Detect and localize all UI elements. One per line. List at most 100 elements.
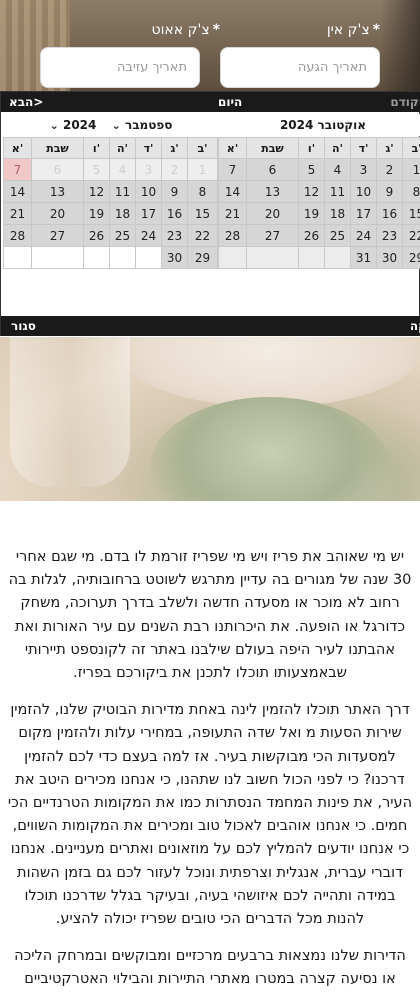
day-cell[interactable]: 22 bbox=[402, 224, 420, 247]
day-cell[interactable]: 20 bbox=[31, 202, 84, 225]
day-cell[interactable]: 15 bbox=[187, 202, 218, 225]
day-cell[interactable]: 21 bbox=[218, 202, 247, 225]
day-cell[interactable]: 7 bbox=[3, 158, 32, 181]
day-cell[interactable]: 2 bbox=[161, 158, 188, 181]
day-cell[interactable]: 9 bbox=[376, 180, 403, 203]
day-cell[interactable]: 1 bbox=[187, 158, 218, 181]
checkout-date-input[interactable]: תאריך עזיבה bbox=[40, 47, 200, 88]
day-cell[interactable]: 27 bbox=[246, 224, 299, 247]
checkout-label: צ'ק אאוט * bbox=[152, 22, 220, 38]
close-button[interactable]: סגור bbox=[11, 316, 36, 336]
empty-day-cell bbox=[324, 246, 351, 269]
day-cell[interactable]: 12 bbox=[298, 180, 325, 203]
empty-day-cell bbox=[246, 246, 299, 269]
day-cell[interactable]: 13 bbox=[246, 180, 299, 203]
day-cell[interactable]: 9 bbox=[161, 180, 188, 203]
year-select[interactable]: 2024 ⌄ bbox=[47, 114, 97, 137]
day-cell[interactable]: 5 bbox=[298, 158, 325, 181]
day-cell[interactable]: 11 bbox=[109, 180, 136, 203]
datepicker-footer: סגור קה bbox=[1, 316, 420, 336]
day-cell[interactable]: 27 bbox=[31, 224, 84, 247]
day-cell[interactable]: 25 bbox=[109, 224, 136, 247]
weekday-header: א' bbox=[3, 137, 32, 159]
day-cell[interactable]: 29 bbox=[187, 246, 218, 269]
weekday-header: ד' bbox=[350, 137, 377, 159]
day-cell[interactable]: 25 bbox=[324, 224, 351, 247]
day-cell[interactable]: 26 bbox=[83, 224, 110, 247]
chevron-down-icon: ⌄ bbox=[49, 119, 59, 132]
month-select[interactable]: ספטמבר ⌄ bbox=[109, 114, 173, 137]
weekday-row: א' שבת ו' ה' ד' ג' ב' bbox=[3, 137, 218, 159]
week-row: 313029 bbox=[218, 246, 420, 269]
day-cell[interactable]: 8 bbox=[402, 180, 420, 203]
day-cell[interactable]: 28 bbox=[218, 224, 247, 247]
day-cell[interactable]: 14 bbox=[3, 180, 32, 203]
article-paragraph: הדירות שלנו נמצאות ברבעים מרכזיים ומבוקש… bbox=[14, 948, 406, 988]
october-grid: א' שבת ו' ה' ד' ג' ב' 765432114131211109… bbox=[218, 137, 420, 269]
month-select-value: ספטמבר bbox=[124, 118, 173, 132]
today-button[interactable]: היום bbox=[218, 92, 242, 112]
day-cell[interactable]: 14 bbox=[218, 180, 247, 203]
day-cell[interactable]: 18 bbox=[109, 202, 136, 225]
day-cell[interactable]: 19 bbox=[298, 202, 325, 225]
prev-month-button[interactable]: הקודם bbox=[390, 92, 420, 112]
day-cell[interactable]: 17 bbox=[135, 202, 162, 225]
day-cell[interactable]: 22 bbox=[187, 224, 218, 247]
day-cell[interactable]: 18 bbox=[324, 202, 351, 225]
day-cell[interactable]: 21 bbox=[3, 202, 32, 225]
day-cell[interactable]: 5 bbox=[83, 158, 110, 181]
article-paragraph: דרך האתר תוכלו להזמין לינה באחת מדירות ה… bbox=[7, 702, 413, 928]
day-cell[interactable]: 10 bbox=[135, 180, 162, 203]
chevron-down-icon: ⌄ bbox=[111, 119, 121, 132]
day-cell[interactable]: 2 bbox=[376, 158, 403, 181]
datepicker-nav: הבא> היום הקודם bbox=[1, 92, 420, 112]
day-cell[interactable]: 8 bbox=[187, 180, 218, 203]
day-cell[interactable]: 10 bbox=[350, 180, 377, 203]
day-cell[interactable]: 24 bbox=[350, 224, 377, 247]
day-cell[interactable]: 4 bbox=[109, 158, 136, 181]
day-cell[interactable]: 6 bbox=[31, 158, 84, 181]
day-cell[interactable]: 16 bbox=[376, 202, 403, 225]
day-cell[interactable]: 28 bbox=[3, 224, 32, 247]
day-cell[interactable]: 1 bbox=[402, 158, 420, 181]
checkin-date-input[interactable]: תאריך הגעה bbox=[220, 47, 380, 88]
week-row: 21201918171615 bbox=[3, 202, 218, 225]
weekday-header: ו' bbox=[298, 137, 325, 159]
day-cell[interactable]: 13 bbox=[31, 180, 84, 203]
weekday-header: א' bbox=[218, 137, 247, 159]
day-cell[interactable]: 6 bbox=[246, 158, 299, 181]
article: יש מי שאוהב את פריז ויש מי שפריז זורמת ל… bbox=[6, 546, 414, 1000]
day-cell[interactable]: 17 bbox=[350, 202, 377, 225]
empty-day-cell bbox=[218, 246, 247, 269]
day-cell[interactable]: 23 bbox=[161, 224, 188, 247]
day-cell[interactable]: 24 bbox=[135, 224, 162, 247]
empty-day-cell bbox=[298, 246, 325, 269]
day-cell[interactable]: 29 bbox=[402, 246, 420, 269]
empty-day-cell bbox=[135, 246, 162, 269]
weekday-header: ד' bbox=[135, 137, 162, 159]
empty-day-cell bbox=[109, 246, 136, 269]
day-cell[interactable]: 7 bbox=[218, 158, 247, 181]
day-cell[interactable]: 19 bbox=[83, 202, 110, 225]
day-cell[interactable]: 3 bbox=[135, 158, 162, 181]
day-cell[interactable]: 16 bbox=[161, 202, 188, 225]
datepicker: הבא> היום הקודם ספטמבר ⌄ 2024 ⌄ אוקטובר … bbox=[0, 91, 420, 336]
weekday-header: שבת bbox=[246, 137, 299, 159]
glass-shape bbox=[10, 337, 130, 487]
empty-day-cell bbox=[31, 246, 84, 269]
day-cell[interactable]: 15 bbox=[402, 202, 420, 225]
weekday-header: ג' bbox=[376, 137, 403, 159]
day-cell[interactable]: 3 bbox=[350, 158, 377, 181]
september-header: ספטמבר ⌄ 2024 ⌄ bbox=[3, 114, 216, 136]
day-cell[interactable]: 4 bbox=[324, 158, 351, 181]
day-cell[interactable]: 31 bbox=[350, 246, 377, 269]
next-month-button[interactable]: הבא> bbox=[9, 92, 43, 112]
day-cell[interactable]: 30 bbox=[161, 246, 188, 269]
day-cell[interactable]: 26 bbox=[298, 224, 325, 247]
october-title: אוקטובר 2024 bbox=[279, 118, 367, 132]
day-cell[interactable]: 23 bbox=[376, 224, 403, 247]
day-cell[interactable]: 12 bbox=[83, 180, 110, 203]
day-cell[interactable]: 30 bbox=[376, 246, 403, 269]
day-cell[interactable]: 11 bbox=[324, 180, 351, 203]
day-cell[interactable]: 20 bbox=[246, 202, 299, 225]
